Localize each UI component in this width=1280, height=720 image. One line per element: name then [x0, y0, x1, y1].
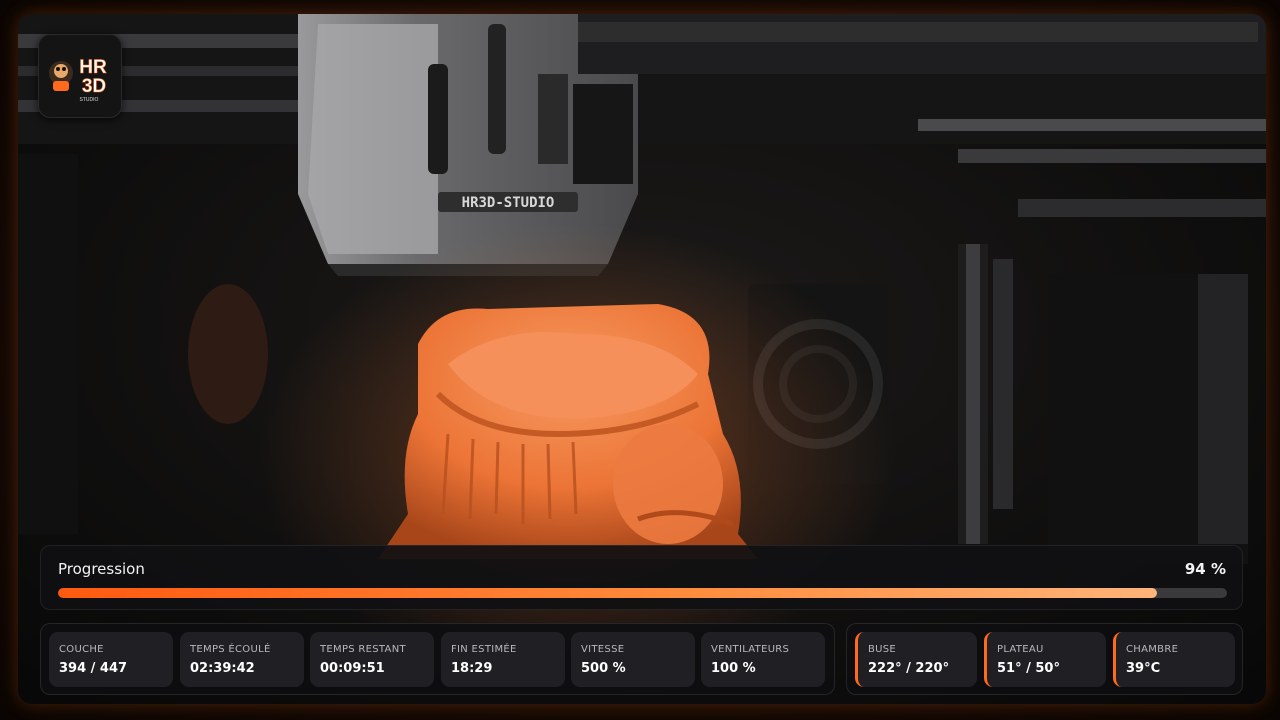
temp-card-chamber: CHAMBRE 39°C [1113, 632, 1235, 687]
studio-logo: HR 3D STUDIO [38, 34, 122, 118]
temp-value: 39°C [1126, 661, 1161, 676]
temp-title: CHAMBRE [1126, 644, 1179, 655]
stat-title: FIN ESTIMÉE [451, 644, 517, 655]
temp-title: BUSE [868, 644, 897, 655]
svg-text:HR: HR [79, 57, 107, 78]
stat-title: VENTILATEURS [711, 644, 790, 655]
temp-card-nozzle: BUSE 222° / 220° [855, 632, 977, 687]
stat-title: TEMPS ÉCOULÉ [190, 644, 271, 655]
stat-title: COUCHE [59, 644, 104, 655]
nameplate-text: HR3D-STUDIO [462, 195, 555, 211]
stat-card-fans: VENTILATEURS 100 % [701, 632, 825, 687]
stat-card-eta: FIN ESTIMÉE 18:29 [441, 632, 565, 687]
stat-value: 394 / 447 [59, 661, 128, 676]
progress-panel: Progression 94 % [40, 545, 1243, 610]
stat-card-layer: COUCHE 394 / 447 [49, 632, 173, 687]
stat-value: 02:39:42 [190, 661, 255, 676]
stat-card-remaining: TEMPS RESTANT 00:09:51 [310, 632, 434, 687]
stat-value: 100 % [711, 661, 756, 676]
stat-title: TEMPS RESTANT [320, 644, 406, 655]
progress-percent: 94 % [1184, 560, 1226, 578]
temp-title: PLATEAU [997, 644, 1044, 655]
print-stats-group: COUCHE 394 / 447 TEMPS ÉCOULÉ 02:39:42 T… [40, 623, 835, 695]
stat-card-elapsed: TEMPS ÉCOULÉ 02:39:42 [180, 632, 304, 687]
svg-text:3D: 3D [82, 76, 106, 97]
stat-value: 18:29 [451, 661, 493, 676]
temp-value: 222° / 220° [868, 661, 950, 676]
progress-label: Progression [58, 560, 145, 578]
temp-card-bed: PLATEAU 51° / 50° [984, 632, 1106, 687]
progress-bar-fill [58, 588, 1157, 598]
stat-card-speed: VITESSE 500 % [571, 632, 695, 687]
progress-bar [58, 588, 1227, 598]
svg-text:STUDIO: STUDIO [80, 97, 99, 103]
temp-value: 51° / 50° [997, 661, 1060, 676]
stat-value: 500 % [581, 661, 626, 676]
temperature-stats-group: BUSE 222° / 220° PLATEAU 51° / 50° CHAMB… [846, 623, 1243, 695]
studio-logo-icon: HR 3D STUDIO [49, 57, 107, 103]
stat-title: VITESSE [581, 644, 625, 655]
stat-value: 00:09:51 [320, 661, 385, 676]
